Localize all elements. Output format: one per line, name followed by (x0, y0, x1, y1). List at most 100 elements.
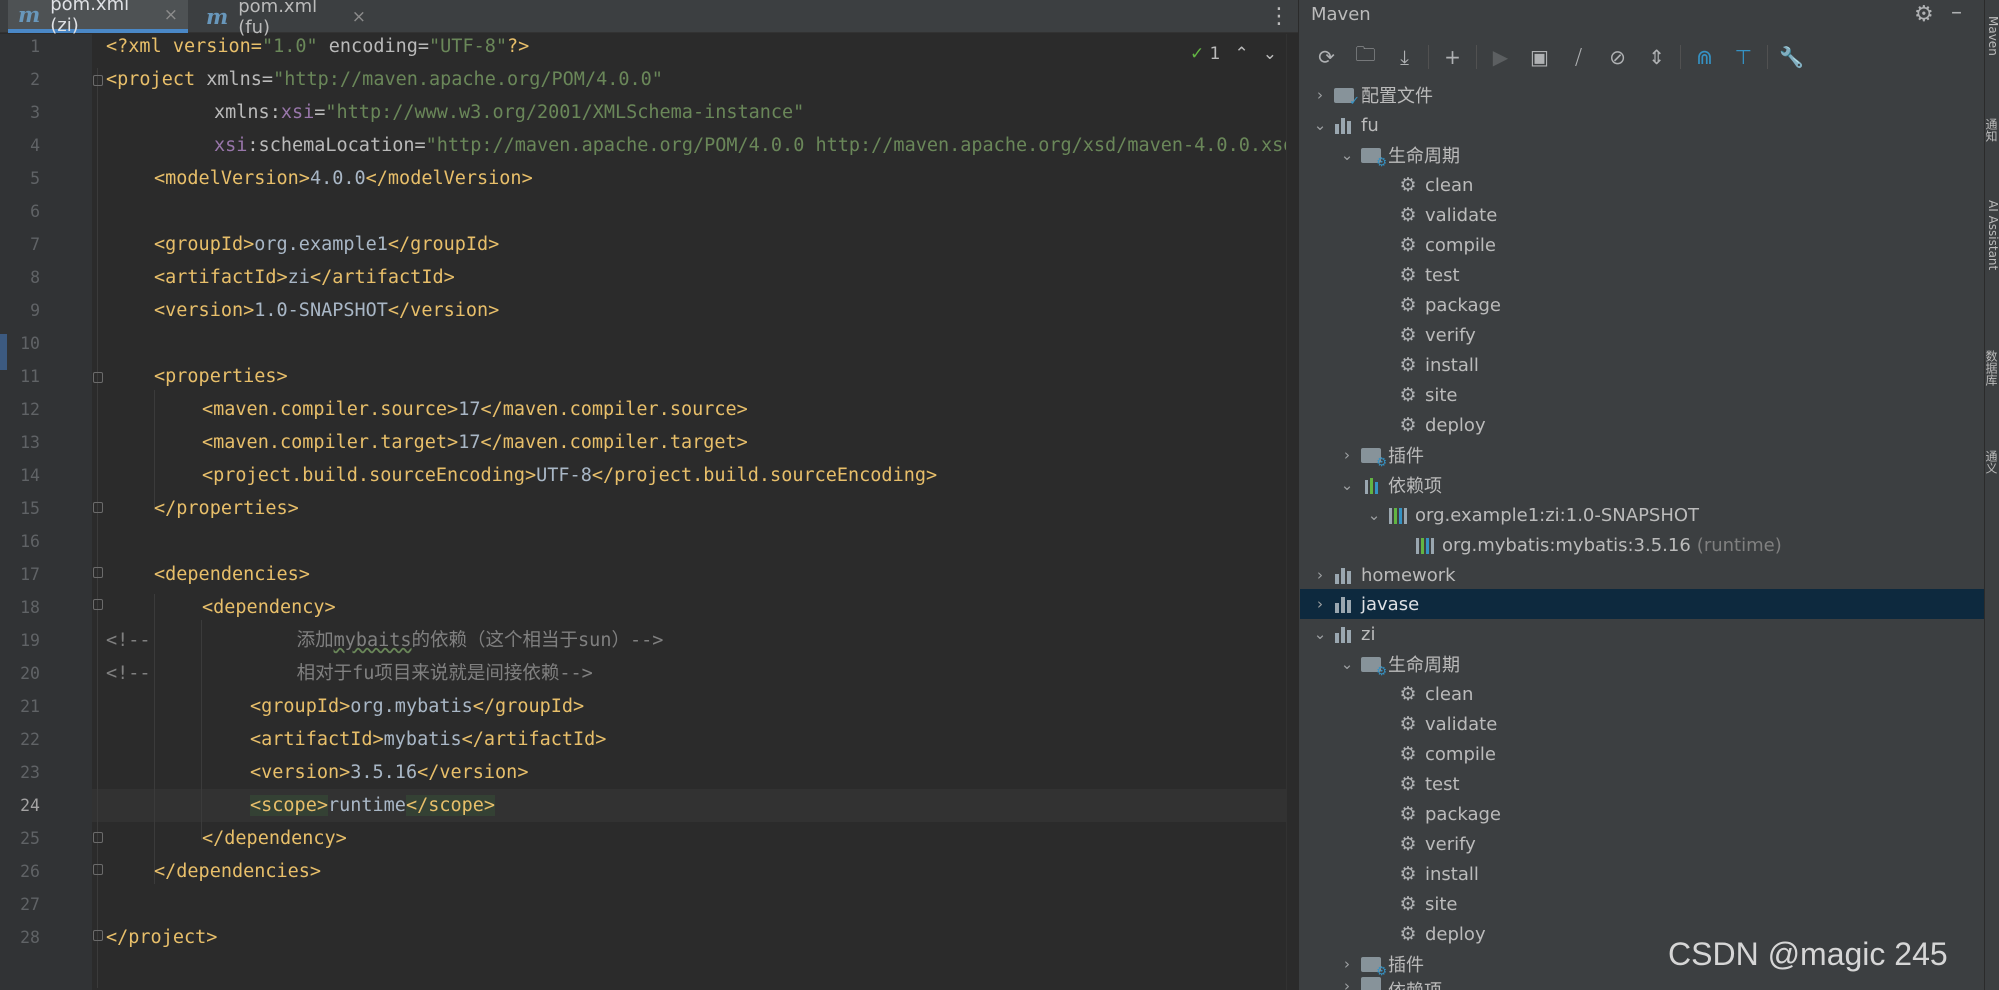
dependencies-folder-icon (1364, 476, 1378, 494)
chevron-down-icon[interactable]: ⌄ (1309, 116, 1331, 134)
tree-node-goal-package[interactable]: ⚙ package (1395, 799, 1501, 829)
analyze-deps-icon[interactable]: ⋒ (1685, 42, 1724, 72)
tree-node-dep-mybatis[interactable]: org.mybatis:mybatis:3.5.16 (runtime) (1412, 530, 1782, 560)
tree-node-goal-install[interactable]: ⚙ install (1395, 859, 1478, 889)
tree-node-zi[interactable]: ⌄ zi (1309, 619, 1376, 649)
chevron-right-icon[interactable]: › (1309, 595, 1331, 613)
plus-icon[interactable]: + (1433, 42, 1472, 72)
gear-icon: ⚙ (1399, 354, 1417, 376)
code-line-3: xmlns:xsi="http://www.w3.org/2001/XMLSch… (214, 102, 805, 123)
close-icon[interactable]: × (164, 5, 178, 25)
chevron-down-icon[interactable]: ⌄ (1336, 146, 1358, 164)
tree-node-goal-test[interactable]: ⚙ test (1395, 769, 1460, 799)
chevron-down-icon[interactable]: ⌄ (1336, 655, 1358, 673)
tree-node-label: test (1425, 773, 1460, 795)
execute-goal-icon[interactable]: ▣ (1520, 42, 1559, 72)
fold-marker[interactable] (93, 372, 103, 383)
run-icon[interactable]: ▶ (1481, 42, 1520, 72)
chevron-down-icon[interactable]: ⌄ (1309, 625, 1331, 643)
line-number: 26 (20, 862, 40, 881)
tree-node-config[interactable]: › 配置文件 (1309, 80, 1433, 110)
inspection-widget[interactable]: ✓ 1 ⌃ ⌄ (1190, 44, 1277, 64)
tree-node-dependencies-partial[interactable]: › 依赖项 (1336, 977, 1442, 990)
chevron-down-icon[interactable]: ⌄ (1336, 476, 1358, 494)
tree-node-goal-site[interactable]: ⚙ site (1395, 889, 1457, 919)
gear-icon[interactable]: ⚙ (1914, 2, 1934, 27)
dependency-scope: (runtime) (1696, 534, 1782, 556)
chevron-down-icon[interactable]: ⌄ (1363, 506, 1385, 524)
tree-node-javase[interactable]: › javase (1309, 589, 1419, 619)
tree-node-label: deploy (1425, 414, 1486, 436)
tree-node-goal-verify[interactable]: ⚙ verify (1395, 829, 1475, 859)
download-icon[interactable]: ⤓ (1385, 42, 1424, 72)
fold-marker[interactable] (93, 599, 103, 610)
fold-marker[interactable] (93, 502, 103, 513)
tab-pom-zi[interactable]: m pom.xml (zi) × (8, 0, 188, 36)
tree-node-goal-compile[interactable]: ⚙ compile (1395, 230, 1495, 260)
collapse-icon[interactable]: ⇕ (1637, 42, 1676, 72)
tree-node-goal-validate[interactable]: ⚙ validate (1395, 200, 1497, 230)
fold-marker[interactable] (93, 864, 103, 875)
chevron-right-icon[interactable]: › (1336, 955, 1358, 973)
tree-node-plugins[interactable]: › 插件 (1336, 440, 1424, 470)
fold-marker[interactable] (93, 567, 103, 578)
tab-pom-fu[interactable]: m pom.xml (fu) × (196, 0, 376, 38)
skip-tests-icon[interactable]: ⊘ (1598, 42, 1637, 72)
tree-node-dependencies[interactable]: ⌄ 依赖项 (1336, 470, 1442, 500)
toolbar-separator (1428, 45, 1429, 69)
tree-node-dep-zi[interactable]: ⌄ org.example1:zi:1.0-SNAPSHOT (1363, 500, 1699, 530)
chevron-right-icon[interactable]: › (1309, 86, 1331, 104)
tree-node-goal-clean[interactable]: ⚙ clean (1395, 679, 1473, 709)
strip-tab-notifications[interactable]: 通知 (1985, 118, 1999, 168)
chevron-right-icon[interactable]: › (1309, 566, 1331, 584)
code-line-21: <groupId>org.mybatis</groupId> (250, 696, 585, 717)
code-line-8: <artifactId>zi</artifactId> (154, 267, 455, 288)
watermark: CSDN @magic 245 (1668, 936, 1948, 972)
strip-tab-tongyi[interactable]: 通义 (1985, 450, 1999, 510)
toggle-offline-icon[interactable]: ⧸ (1559, 42, 1598, 72)
gear-icon: ⚙ (1399, 743, 1417, 765)
show-diagram-icon[interactable]: ⊤ (1724, 42, 1763, 72)
strip-tab-ai-assistant[interactable]: AI Assistant (1985, 200, 1999, 320)
tree-node-goal-package[interactable]: ⚙ package (1395, 290, 1501, 320)
tree-node-goal-compile[interactable]: ⚙ compile (1395, 739, 1496, 769)
maven-project-icon (1335, 116, 1353, 134)
tree-node-lifecycle[interactable]: ⌄ 生命周期 (1336, 649, 1460, 679)
tree-node-goal-verify[interactable]: ⚙ verify (1395, 320, 1475, 350)
more-options-icon[interactable]: ⋮ (1268, 4, 1290, 29)
tree-node-label: javase (1361, 593, 1420, 615)
tree-node-plugins[interactable]: › 插件 (1336, 949, 1424, 979)
add-folder-icon[interactable]: 🗀 (1346, 42, 1385, 72)
code-line-9: <version>1.0-SNAPSHOT</version> (154, 300, 500, 321)
line-number: 12 (20, 400, 40, 419)
gear-icon: ⚙ (1399, 893, 1417, 915)
tree-node-goal-test[interactable]: ⚙ test (1395, 260, 1459, 290)
tree-node-goal-site[interactable]: ⚙ site (1395, 380, 1457, 410)
maven-toolbar: ⟳ 🗀 ⤓ + ▶ ▣ ⧸ ⊘ ⇕ ⋒ ⊤ 🔧 (1307, 42, 1811, 72)
tree-node-goal-deploy[interactable]: ⚙ deploy (1395, 919, 1485, 949)
tree-node-goal-clean[interactable]: ⚙ clean (1395, 170, 1473, 200)
close-icon[interactable]: × (352, 7, 366, 27)
minimize-icon[interactable]: – (1951, 0, 1962, 25)
tree-node-goal-deploy[interactable]: ⚙ deploy (1395, 410, 1486, 440)
tree-node-homework[interactable]: › homework (1309, 560, 1456, 590)
tree-node-goal-install[interactable]: ⚙ install (1395, 350, 1478, 380)
line-number: 27 (20, 895, 40, 914)
fold-marker[interactable] (93, 930, 103, 941)
strip-tab-database[interactable]: 数据库 (1985, 350, 1999, 420)
tree-node-goal-validate[interactable]: ⚙ validate (1395, 709, 1497, 739)
fold-marker[interactable] (93, 75, 103, 86)
tree-node-lifecycle[interactable]: ⌄ 生命周期 (1336, 140, 1460, 170)
fold-marker[interactable] (93, 832, 103, 843)
reload-icon[interactable]: ⟳ (1307, 42, 1346, 72)
strip-tab-maven[interactable]: Maven (1985, 16, 1999, 76)
tree-node-fu[interactable]: ⌄ fu (1309, 110, 1379, 140)
chevron-up-icon[interactable]: ⌃ (1234, 44, 1248, 64)
settings-wrench-icon[interactable]: 🔧 (1772, 42, 1811, 72)
toolbar-separator (1476, 45, 1477, 69)
chevron-right-icon[interactable]: › (1336, 977, 1358, 990)
chevron-right-icon[interactable]: › (1336, 446, 1358, 464)
chevron-down-icon[interactable]: ⌄ (1263, 44, 1277, 64)
tree-node-label: compile (1425, 743, 1496, 765)
line-number: 7 (30, 235, 40, 254)
